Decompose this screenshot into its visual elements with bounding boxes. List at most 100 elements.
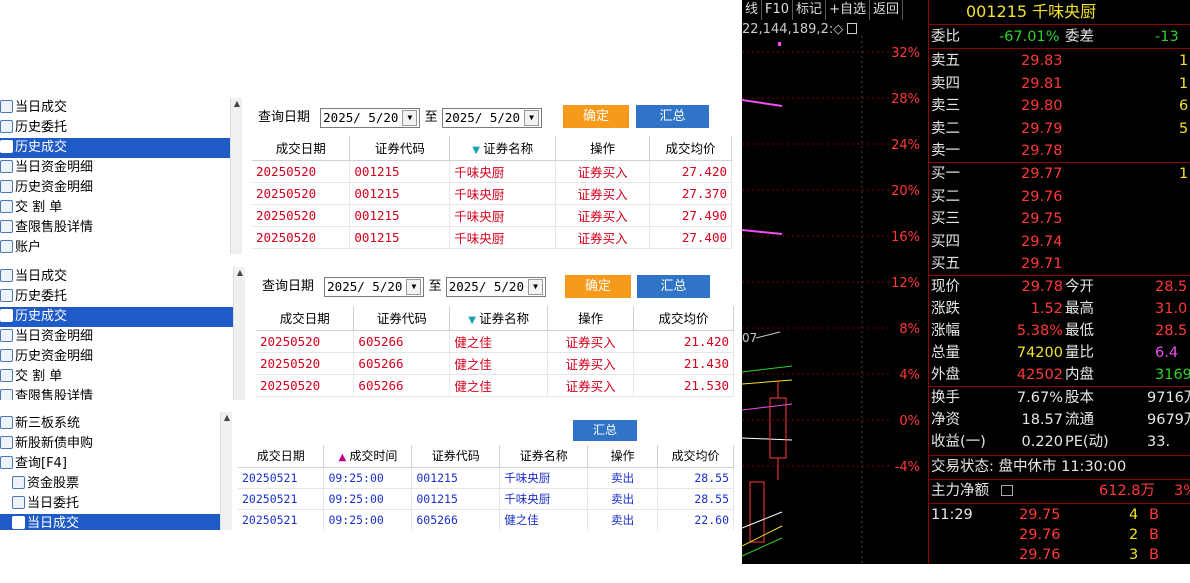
toolbar-button[interactable]: 线 (742, 0, 763, 20)
table-row[interactable]: 20250520 605266 健之佳 证券买入 21.420 (256, 330, 734, 353)
toolbar-button[interactable]: F10 (762, 0, 794, 20)
panel-toggle-icon[interactable] (847, 23, 858, 34)
column-header[interactable]: 成交均价 (657, 445, 734, 468)
ask-level-row[interactable]: 卖二 29.79 5 (929, 118, 1190, 140)
summary-button[interactable]: 汇总 (636, 105, 709, 128)
toolbar-button[interactable]: 返回 (870, 0, 903, 20)
bid-level-row[interactable]: 买二 29.76 (929, 186, 1190, 208)
indicator-line (742, 437, 793, 441)
tree-item[interactable]: 交 割 单 (0, 198, 230, 218)
table-cell: 22.60 (657, 509, 734, 530)
column-header-label: 成交日期 (256, 449, 305, 464)
pct-axis-label: -4% (895, 460, 920, 475)
tree-item[interactable]: 历史成交 (0, 138, 230, 158)
tree-item[interactable]: 历史委托 (0, 287, 233, 307)
tree-item[interactable]: 资金股票 (0, 474, 220, 494)
table-row[interactable]: 20250521 09:25:00 605266 健之佳 卖出 22.60 (238, 509, 734, 530)
table-row[interactable]: 20250520 001215 千味央厨 证券买入 27.490 (252, 204, 732, 227)
tree-item[interactable]: 当日资金明细 (0, 327, 233, 347)
tree-item-label: 查限售股详情 (15, 220, 94, 235)
table-row[interactable]: 20250520 001215 千味央厨 证券买入 27.420 (252, 160, 732, 183)
column-header[interactable]: 成交日期 (238, 445, 325, 468)
tree-item[interactable]: 当日成交 (0, 98, 230, 118)
scroll-up-icon[interactable]: ▲ (231, 98, 243, 110)
end-date-picker[interactable]: 2025/ 5/20 ▼ (445, 276, 546, 297)
tree-item[interactable]: 当日成交 (0, 267, 233, 287)
tree-item[interactable]: 查询[F4] (0, 454, 220, 474)
tree-item[interactable]: 历史委托 (0, 118, 230, 138)
tree-item[interactable]: 历史资金明细 (0, 178, 230, 198)
column-header[interactable]: 成交日期 (256, 306, 355, 331)
dropdown-arrow-icon[interactable]: ▼ (402, 109, 418, 126)
stat-label: 总量 (931, 345, 960, 361)
tree-item[interactable]: 新股新债申购 (0, 434, 220, 454)
table-row[interactable]: 20250521 09:25:00 001215 千味央厨 卖出 28.55 (238, 488, 734, 510)
list-icon[interactable] (1001, 485, 1013, 496)
volume-text: 22,144,189,2:◇ (742, 22, 844, 37)
fundamental-row: 净资 18.57流通 9679万 (929, 409, 1190, 431)
tree-item[interactable]: 账户 (0, 238, 230, 254)
indicator-line (742, 525, 783, 547)
column-header[interactable]: 成交日期 (252, 136, 351, 161)
confirm-button[interactable]: 确定 (565, 275, 631, 298)
nav-tree-scrollbar[interactable]: ▲ (230, 98, 242, 254)
tree-item[interactable]: 查限售股详情 (0, 387, 233, 400)
nav-tree-scrollbar[interactable]: ▲ (220, 412, 232, 530)
bid-level-row[interactable]: 买五 29.71 (929, 253, 1190, 275)
chart-toolbar: 线 F10 标记 +自选 返回 (742, 0, 928, 20)
summary-button[interactable]: 汇总 (637, 275, 710, 298)
tree-item[interactable]: 历史资金明细 (0, 347, 233, 367)
column-header[interactable]: 操作 (547, 306, 635, 331)
summary-button[interactable]: 汇总 (573, 420, 637, 441)
column-header[interactable]: 操作 (555, 136, 651, 161)
table-row[interactable]: 20250520 001215 千味央厨 证券买入 27.370 (252, 182, 732, 205)
column-header[interactable]: 证券代码 (411, 445, 501, 468)
toolbar-button[interactable]: 标记 (793, 0, 827, 20)
dropdown-arrow-icon[interactable]: ▼ (527, 278, 543, 295)
scroll-up-icon[interactable]: ▲ (221, 412, 233, 424)
tree-item[interactable]: 当日资金明细 (0, 158, 230, 178)
tree-item[interactable]: 查限售股详情 (0, 218, 230, 238)
tree-item-label: 资金股票 (27, 476, 80, 491)
table-cell: 605266 (353, 352, 451, 375)
tree-item[interactable]: 历史成交 (0, 307, 233, 327)
column-header[interactable]: 证券代码 (353, 306, 451, 331)
dropdown-arrow-icon[interactable]: ▼ (523, 109, 539, 126)
bid-level-row[interactable]: 买三 29.75 (929, 208, 1190, 230)
column-header[interactable]: 证券名称 (499, 445, 589, 468)
column-header[interactable]: 成交均价 (649, 136, 732, 161)
column-header[interactable]: ▲ 成交时间 (323, 445, 413, 468)
tree-item[interactable]: 新三板系统 (0, 414, 220, 434)
table-row[interactable]: 20250521 09:25:00 001215 千味央厨 卖出 28.55 (238, 467, 734, 489)
ask-level-row[interactable]: 卖五 29.83 1 (929, 50, 1190, 72)
table-row[interactable]: 20250520 001215 千味央厨 证券买入 27.400 (252, 226, 732, 249)
list-icon (0, 369, 13, 382)
table-row[interactable]: 20250520 605266 健之佳 证券买入 21.430 (256, 352, 734, 375)
tree-item[interactable]: 当日成交 (0, 514, 220, 530)
column-header[interactable]: ▼ 证券名称 (449, 306, 549, 331)
stat-label: 股本 (1065, 390, 1094, 406)
ask-level-row[interactable]: 卖一 29.78 (929, 140, 1190, 162)
main-flow-label: 主力净额 (931, 483, 989, 499)
ask-level-row[interactable]: 卖三 29.80 6 (929, 95, 1190, 117)
start-date-picker[interactable]: 2025/ 5/20 ▼ (320, 107, 421, 128)
tree-item[interactable]: 交 割 单 (0, 367, 233, 387)
column-header[interactable]: 操作 (587, 445, 659, 468)
bid-level-row[interactable]: 买一 29.77 1 (929, 163, 1190, 185)
nav-tree-scrollbar[interactable]: ▲ (233, 267, 245, 400)
start-date-picker[interactable]: 2025/ 5/20 ▼ (324, 276, 425, 297)
toolbar-button[interactable]: +自选 (826, 0, 870, 20)
scroll-up-icon[interactable]: ▲ (234, 267, 246, 279)
ask-level-row[interactable]: 卖四 29.81 1 (929, 73, 1190, 95)
document-icon (0, 160, 13, 173)
table-row[interactable]: 20250520 605266 健之佳 证券买入 21.530 (256, 374, 734, 397)
end-date-picker[interactable]: 2025/ 5/20 ▼ (441, 107, 542, 128)
tree-item[interactable]: 当日委托 (0, 494, 220, 514)
column-header[interactable]: ▼ 证券名称 (449, 136, 557, 161)
bid-level-row[interactable]: 买四 29.74 (929, 231, 1190, 253)
confirm-button[interactable]: 确定 (563, 105, 629, 128)
column-header[interactable]: 成交均价 (633, 306, 734, 331)
intraday-chart[interactable]: 32% 28% 24% 20% 16% 12% 8% 4% 0% -4% 07 线 F10 标记 +自选返… (742, 0, 928, 564)
dropdown-arrow-icon[interactable]: ▼ (406, 278, 422, 295)
column-header[interactable]: 证券代码 (349, 136, 451, 161)
